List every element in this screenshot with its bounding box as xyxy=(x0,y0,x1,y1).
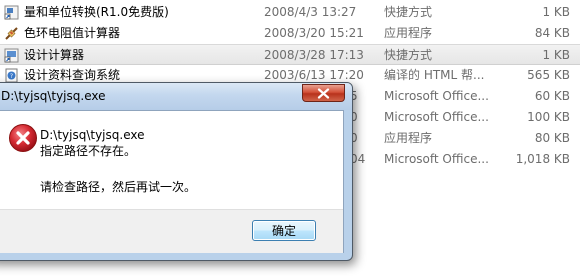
shortcut-icon xyxy=(4,5,19,20)
resistor-app-icon xyxy=(5,27,18,40)
error-dialog: D:\tyjsq\tyjsq.exe D:\tyjsq\tyjsq.exe 指定… xyxy=(0,82,353,261)
file-date: 2003/6/13 17:20 xyxy=(264,68,364,82)
file-type: Microsoft Office... xyxy=(384,152,489,166)
close-button[interactable] xyxy=(302,84,345,102)
file-type: 应用程序 xyxy=(384,131,433,145)
file-size: 80 KB xyxy=(534,131,570,145)
close-icon xyxy=(317,88,330,99)
file-name: 色环电阻值计算器 xyxy=(24,26,121,40)
file-type: Microsoft Office... xyxy=(384,110,489,124)
file-date: 2008/3/28 17:13 xyxy=(264,48,364,62)
file-name: 设计资料查询系统 xyxy=(24,68,121,82)
file-type: 编译的 HTML 帮... xyxy=(384,68,485,82)
file-size: 1 KB xyxy=(542,48,570,62)
ok-button[interactable]: 确定 xyxy=(252,220,316,241)
file-row[interactable]: 色环电阻值计算器 2008/3/20 15:21 应用程序 84 KB xyxy=(0,23,580,44)
error-icon xyxy=(9,124,37,152)
file-size: 1 KB xyxy=(542,5,570,19)
file-name: 量和单位转换(R1.0免费版) xyxy=(24,5,169,19)
dialog-titlebar[interactable]: D:\tyjsq\tyjsq.exe xyxy=(0,83,352,110)
dialog-title: D:\tyjsq\tyjsq.exe xyxy=(1,89,106,103)
file-row-selected[interactable]: 设计计算器 2008/3/28 17:13 快捷方式 1 KB xyxy=(0,44,580,65)
file-size: 1,018 KB xyxy=(515,152,570,166)
file-name: 设计计算器 xyxy=(24,48,85,62)
file-size: 60 KB xyxy=(534,89,570,103)
file-size: 565 KB xyxy=(527,68,570,82)
error-message-hint: 请检查路径，然后再试一次。 xyxy=(40,180,197,194)
file-type: 快捷方式 xyxy=(384,5,433,19)
error-message-text: 指定路径不存在。 xyxy=(40,144,137,158)
svg-text:?: ? xyxy=(10,73,13,80)
shortcut-icon xyxy=(4,48,19,63)
dialog-button-bar: 确定 xyxy=(0,209,343,253)
file-date: 2008/3/20 15:21 xyxy=(264,26,364,40)
file-type: 快捷方式 xyxy=(384,48,433,62)
file-type: Microsoft Office... xyxy=(384,89,489,103)
dialog-body: D:\tyjsq\tyjsq.exe 指定路径不存在。 请检查路径，然后再试一次… xyxy=(0,110,344,253)
file-date: 2008/4/3 13:27 xyxy=(264,5,357,19)
file-row[interactable]: 量和单位转换(R1.0免费版) 2008/4/3 13:27 快捷方式 1 KB xyxy=(0,2,580,23)
file-size: 84 KB xyxy=(534,26,570,40)
file-size: 100 KB xyxy=(527,110,570,124)
help-file-icon: ? xyxy=(5,68,18,83)
message-area: D:\tyjsq\tyjsq.exe 指定路径不存在。 请检查路径，然后再试一次… xyxy=(0,111,343,209)
file-type: 应用程序 xyxy=(384,26,433,40)
error-message-path: D:\tyjsq\tyjsq.exe xyxy=(40,128,145,142)
